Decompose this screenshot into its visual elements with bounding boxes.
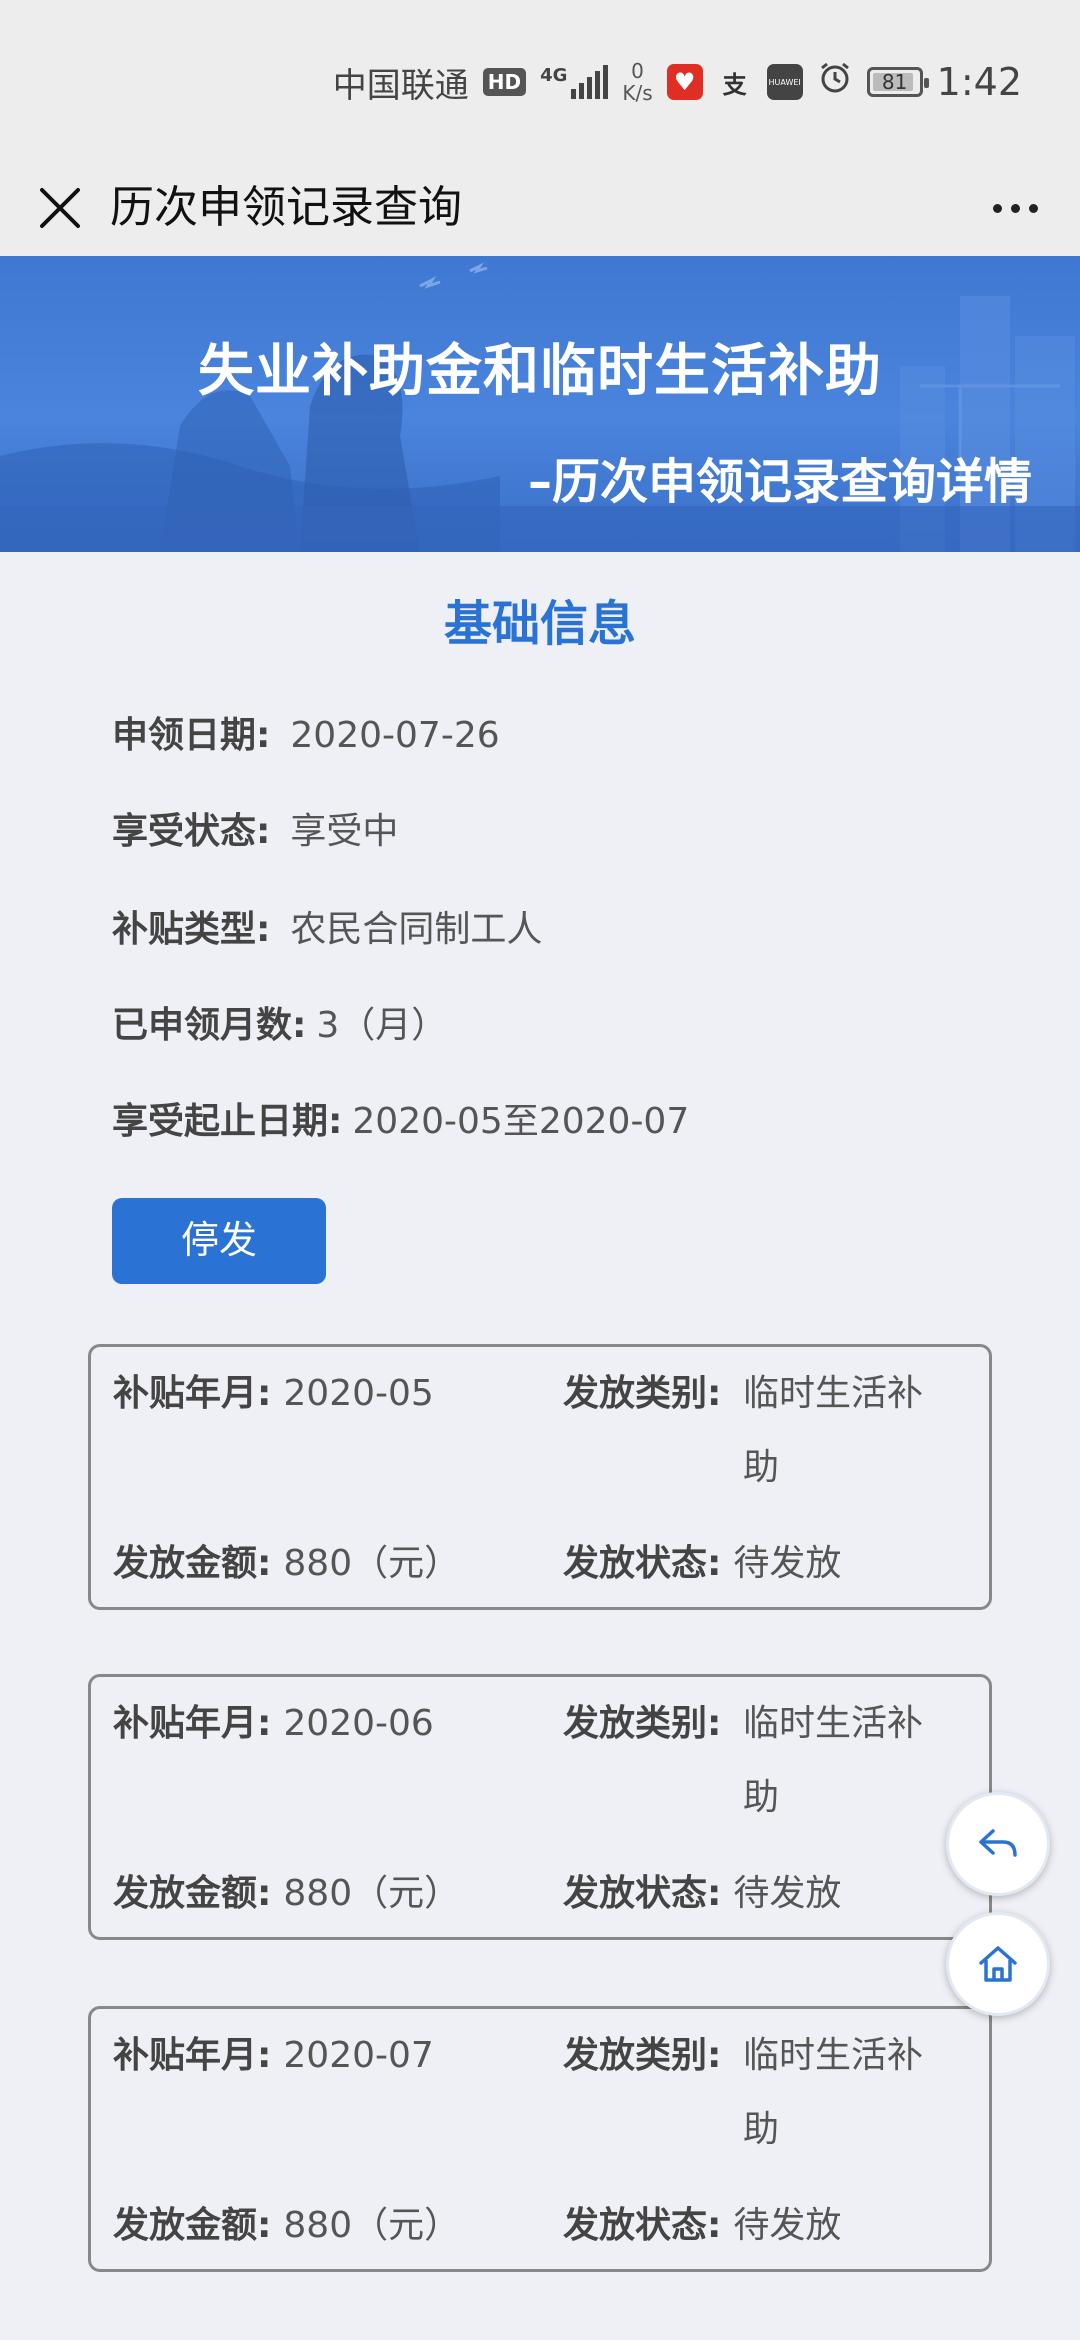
back-button[interactable]	[946, 1792, 1050, 1896]
info-label: 已申领月数:	[112, 1005, 307, 1046]
record-type: 发放类别:	[563, 1687, 721, 1761]
network-speed: 0 K/s	[622, 60, 652, 104]
battery-level: 81	[881, 70, 908, 94]
pinduoduo-icon: ♥	[666, 64, 703, 100]
record-type: 发放类别:	[563, 2019, 721, 2093]
record-type: 发放类别:	[563, 1357, 721, 1431]
status-bar: 中国联通 HD 4G 0 K/s ♥ 支 HUAWEI 81 1:42	[0, 0, 1080, 160]
record-month-value: 2020-07	[283, 2035, 434, 2076]
info-value: 享受中	[290, 811, 399, 852]
record-type-value: 临时生活补助	[743, 1373, 924, 1488]
title-bar: 历次申领记录查询	[0, 160, 1080, 256]
record-card: 补贴年月: 2020-07 发放类别: 临时生活补助 发放金额: 880（元） 发放…	[88, 2006, 992, 2272]
close-button[interactable]	[30, 178, 90, 238]
record-type-label: 发放类别:	[563, 2035, 722, 2076]
info-label: 补贴类型:	[112, 909, 271, 950]
reply-back-icon	[979, 1829, 1017, 1857]
info-row-subsidy-type: 补贴类型: 农民合同制工人	[112, 900, 542, 960]
record-status: 发放状态: 待发放	[563, 2189, 841, 2263]
page-title: 历次申领记录查询	[110, 182, 462, 233]
alipay-icon: 支	[722, 70, 747, 99]
more-dot	[992, 203, 1002, 213]
clock: 1:42	[936, 60, 1022, 104]
record-month-label: 补贴年月:	[113, 1703, 272, 1744]
info-label: 享受起止日期:	[112, 1101, 343, 1142]
info-row-apply-date: 申领日期: 2020-07-26	[112, 706, 500, 766]
network-type: 4G	[540, 65, 568, 86]
network-speed-unit: K/s	[622, 81, 653, 105]
info-value: 农民合同制工人	[290, 909, 543, 950]
record-amount-label: 发放金额:	[113, 2205, 272, 2246]
record-amount-value: 880（元）	[283, 1543, 461, 1584]
carrier-name: 中国联通	[332, 65, 469, 106]
record-amount: 发放金额: 880（元）	[113, 1527, 460, 1601]
record-amount: 发放金额: 880（元）	[113, 2189, 460, 2263]
battery-icon: 81	[866, 67, 929, 97]
record-amount-label: 发放金额:	[113, 1873, 272, 1914]
network-speed-value: 0	[631, 59, 644, 83]
record-status-label: 发放状态:	[563, 2205, 722, 2246]
record-month: 补贴年月: 2020-07	[113, 2019, 434, 2093]
record-amount-value: 880（元）	[283, 2205, 461, 2246]
banner-title: 失业补助金和临时生活补助	[198, 339, 882, 404]
more-button[interactable]	[980, 188, 1050, 228]
section-title: 基础信息	[443, 596, 636, 652]
signal-icon: 4G	[540, 65, 609, 99]
home-button[interactable]	[946, 1912, 1050, 2016]
info-label: 申领日期:	[112, 715, 271, 756]
huawei-label: HUAWEI	[768, 77, 801, 87]
record-status-label: 发放状态:	[563, 1543, 722, 1584]
record-amount-value: 880（元）	[283, 1873, 461, 1914]
info-row-months: 已申领月数: 3（月）	[112, 996, 447, 1056]
record-type-label: 发放类别:	[563, 1703, 722, 1744]
record-month-value: 2020-05	[283, 1373, 434, 1414]
more-dot	[1028, 203, 1038, 213]
record-status-value: 待发放	[733, 2205, 842, 2246]
record-status: 发放状态: 待发放	[563, 1527, 841, 1601]
info-value: 2020-05至2020-07	[352, 1101, 690, 1142]
record-type-value: 临时生活补助	[743, 1703, 924, 1818]
record-amount: 发放金额: 880（元）	[113, 1857, 460, 1931]
record-status-value: 待发放	[733, 1543, 842, 1584]
record-status: 发放状态: 待发放	[563, 1857, 841, 1931]
info-row-period: 享受起止日期: 2020-05至2020-07	[112, 1092, 689, 1152]
more-dot	[1010, 203, 1020, 213]
record-month-label: 补贴年月:	[113, 1373, 272, 1414]
status-icons: 中国联通 HD 4G 0 K/s ♥ 支 HUAWEI 81 1:42	[333, 52, 1022, 112]
record-status-value: 待发放	[733, 1873, 842, 1914]
record-type-value: 临时生活补助	[743, 2035, 924, 2150]
close-icon	[40, 188, 80, 228]
stop-payment-button[interactable]: 停发	[112, 1198, 326, 1284]
info-row-status: 享受状态: 享受中	[112, 802, 398, 862]
info-value: 3（月）	[316, 1005, 448, 1046]
huawei-icon: HUAWEI	[766, 64, 803, 100]
info-value: 2020-07-26	[290, 715, 500, 756]
home-icon	[979, 1946, 1017, 1982]
hd-icon: HD	[482, 68, 527, 96]
record-month: 补贴年月: 2020-06	[113, 1687, 434, 1761]
banner-subtitle: –历次申领记录查询详情	[527, 454, 1032, 510]
banner: 失业补助金和临时生活补助 –历次申领记录查询详情	[0, 256, 1080, 552]
record-card: 补贴年月: 2020-05 发放类别: 临时生活补助 发放金额: 880（元） 发放…	[88, 1344, 992, 1610]
record-month-value: 2020-06	[283, 1703, 434, 1744]
info-label: 享受状态:	[112, 811, 271, 852]
record-amount-label: 发放金额:	[113, 1543, 272, 1584]
alarm-icon	[817, 60, 853, 105]
record-month: 补贴年月: 2020-05	[113, 1357, 434, 1431]
record-type-label: 发放类别:	[563, 1373, 722, 1414]
record-month-label: 补贴年月:	[113, 2035, 272, 2076]
record-status-label: 发放状态:	[563, 1873, 722, 1914]
record-card: 补贴年月: 2020-06 发放类别: 临时生活补助 发放金额: 880（元） 发放…	[88, 1674, 992, 1940]
